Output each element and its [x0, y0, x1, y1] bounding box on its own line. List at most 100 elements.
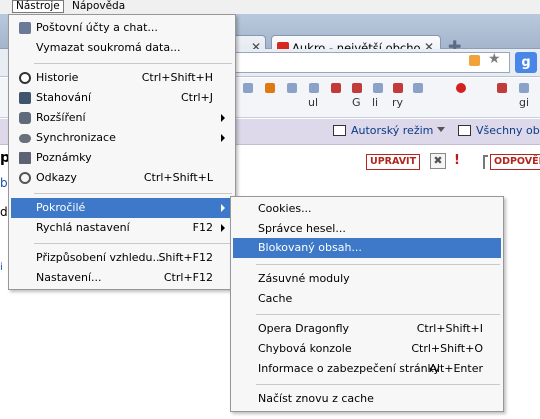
submenu-arrow-icon	[221, 134, 225, 142]
reply-bracket-icon	[483, 155, 488, 169]
menu-item-label: Chybová konzole	[258, 342, 352, 355]
advanced-submenu: Cookies... Správce hesel... Blokovaný ob…	[230, 196, 504, 412]
bookmark-star-icon[interactable]: ★	[488, 51, 501, 67]
menu-item-label: Vymazat soukromá data...	[36, 41, 181, 54]
menu-item-clear-data[interactable]: Vymazat soukromá data...	[11, 38, 233, 58]
menu-item-label: Synchronizace	[36, 131, 116, 144]
submenu-item-cache[interactable]: Cache	[233, 289, 501, 309]
tools-menu: Poštovní účty a chat... Vymazat soukromá…	[8, 14, 236, 290]
menu-item-shortcut: F12	[192, 221, 213, 234]
bookmark-icon[interactable]	[352, 83, 362, 93]
google-search-icon[interactable]: g	[515, 52, 537, 73]
menu-item-extensions[interactable]: Rozšíření	[11, 108, 233, 128]
menu-bar: Nástroje Nápověda	[0, 0, 540, 14]
menu-item-label: Pokročilé	[36, 201, 86, 214]
bookmark-label[interactable]: G	[352, 96, 361, 109]
all-images-button[interactable]: Všechny obra	[458, 124, 540, 137]
menu-item-links[interactable]: Odkazy Ctrl+Shift+L	[11, 168, 233, 188]
bookmark-icon[interactable]	[331, 83, 341, 93]
menu-item-shortcut: Ctrl+Shift+H	[141, 71, 213, 84]
bookmark-icon[interactable]	[413, 83, 423, 93]
menu-tools[interactable]: Nástroje	[12, 0, 64, 13]
menu-separator	[34, 243, 232, 244]
notes-icon	[19, 152, 31, 164]
menu-item-history[interactable]: Historie Ctrl+Shift+H	[11, 68, 233, 88]
submenu-item-blocked-content[interactable]: Blokovaný obsah...	[233, 238, 501, 258]
menu-item-label: Načíst znovu z cache	[258, 392, 374, 405]
menu-item-label: Nastavení...	[36, 271, 102, 284]
menu-item-label: Informace o zabezpečení stránky	[258, 362, 441, 375]
menu-item-settings[interactable]: Nastavení... Ctrl+F12	[11, 268, 233, 288]
submenu-item-dragonfly[interactable]: Opera Dragonfly Ctrl+Shift+I	[233, 319, 501, 339]
bookmark-icon[interactable]	[373, 83, 383, 93]
menu-item-label: Odkazy	[36, 171, 77, 184]
bookmark-icon[interactable]	[456, 83, 466, 93]
author-mode-label: Autorský režim	[351, 124, 434, 137]
page-text-fragment: i	[0, 262, 3, 273]
menu-item-label: Opera Dragonfly	[258, 322, 350, 335]
bookmark-icon[interactable]	[519, 83, 529, 93]
page-text-fragment: d	[0, 205, 8, 219]
warning-icon[interactable]: !	[454, 153, 460, 168]
submenu-item-security-info[interactable]: Informace o zabezpečení stránky Alt+Ente…	[233, 359, 501, 379]
bookmark-icon[interactable]	[265, 83, 275, 93]
menu-item-shortcut: Ctrl+F12	[163, 271, 213, 284]
bookmark-label[interactable]: ul	[308, 96, 318, 109]
menu-item-label: Poštovní účty a chat...	[36, 21, 158, 34]
menu-item-notes[interactable]: Poznámky	[11, 148, 233, 168]
bookmark-label[interactable]: gi	[519, 96, 529, 109]
chevron-down-icon[interactable]	[437, 127, 445, 132]
menu-item-mail[interactable]: Poštovní účty a chat...	[11, 18, 233, 38]
close-square-icon[interactable]: ✖	[430, 153, 446, 169]
menu-separator	[256, 384, 500, 385]
address-field[interactable]	[220, 52, 510, 73]
author-mode-icon	[333, 125, 346, 136]
links-icon	[19, 172, 31, 184]
menu-item-label: Přizpůsobení vzhledu...	[36, 251, 164, 264]
reply-button[interactable]: ODPOVĚD	[490, 154, 540, 170]
menu-item-advanced[interactable]: Pokročilé	[11, 198, 233, 218]
menu-help[interactable]: Nápověda	[69, 0, 128, 13]
history-clock-icon	[19, 72, 31, 84]
menu-item-label: Rozšíření	[36, 111, 86, 124]
submenu-item-reload-from-cache[interactable]: Načíst znovu z cache	[233, 389, 501, 409]
menu-item-label: Cookies...	[258, 202, 312, 215]
submenu-item-passwords[interactable]: Správce hesel...	[233, 219, 501, 239]
page-text-fragment: b	[0, 176, 8, 190]
all-images-label: Všechny obra	[476, 124, 540, 137]
submenu-arrow-icon	[221, 204, 225, 212]
menu-item-label: Správce hesel...	[258, 222, 346, 235]
menu-item-label: Cache	[258, 292, 293, 305]
bookmark-icon[interactable]	[309, 83, 319, 93]
author-mode-button[interactable]: Autorský režim	[333, 124, 433, 137]
menu-item-downloads[interactable]: Stahování Ctrl+J	[11, 88, 233, 108]
sync-cloud-icon	[19, 134, 31, 143]
menu-item-shortcut: Ctrl+Shift+O	[411, 342, 483, 355]
menu-separator	[34, 63, 232, 64]
menu-separator	[256, 314, 500, 315]
bookmark-icon[interactable]	[243, 83, 253, 93]
menu-item-quick-prefs[interactable]: Rychlá nastavení F12	[11, 218, 233, 238]
image-icon	[458, 125, 471, 136]
mail-icon	[19, 22, 31, 34]
submenu-item-cookies[interactable]: Cookies...	[233, 199, 501, 219]
menu-item-shortcut: Shift+F12	[158, 251, 213, 264]
bookmark-icon[interactable]	[287, 83, 297, 93]
bookmark-label[interactable]: ry	[392, 96, 403, 109]
menu-item-label: Stahování	[36, 91, 92, 104]
edit-button[interactable]: UPRAVIT	[366, 154, 421, 170]
downloads-icon	[19, 92, 31, 104]
menu-item-sync[interactable]: Synchronizace	[11, 128, 233, 148]
bookmark-icon[interactable]	[497, 83, 507, 93]
submenu-item-error-console[interactable]: Chybová konzole Ctrl+Shift+O	[233, 339, 501, 359]
menu-item-shortcut: Ctrl+Shift+L	[143, 171, 213, 184]
menu-item-label: Zásuvné moduly	[258, 272, 350, 285]
menu-item-appearance[interactable]: Přizpůsobení vzhledu... Shift+F12	[11, 248, 233, 268]
extensions-puzzle-icon	[19, 112, 31, 124]
submenu-item-plugins[interactable]: Zásuvné moduly	[233, 269, 501, 289]
bookmark-icon[interactable]	[393, 83, 403, 93]
submenu-arrow-icon	[221, 224, 225, 232]
rss-icon[interactable]	[469, 55, 480, 66]
bookmark-label[interactable]: li	[372, 96, 378, 109]
menu-item-shortcut: Ctrl+Shift+I	[416, 322, 483, 335]
